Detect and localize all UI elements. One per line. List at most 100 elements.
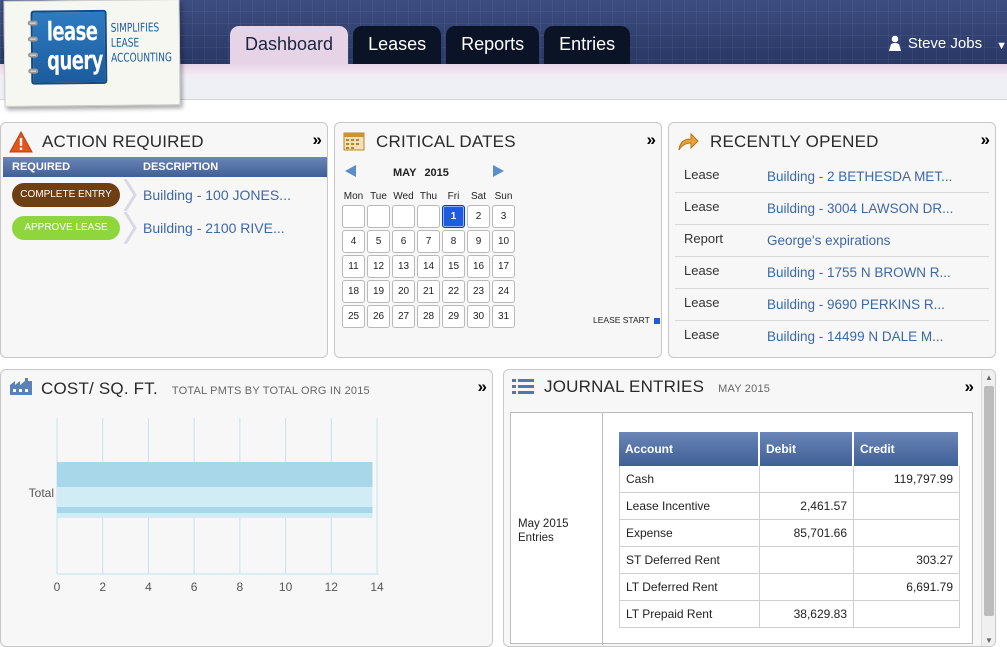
- calendar-day[interactable]: 3: [492, 205, 515, 228]
- main-nav-tabs: Dashboard Leases Reports Entries: [230, 26, 631, 64]
- cell-debit: [760, 547, 854, 574]
- calendar-day[interactable]: 26: [367, 305, 390, 328]
- logo-line-1: lease: [46, 16, 98, 48]
- item-link[interactable]: Building - 14499 N DALE M...: [767, 329, 943, 344]
- expand-button[interactable]: »: [965, 377, 975, 397]
- table-row: LT Deferred Rent 6,691.79: [619, 574, 960, 601]
- calendar-day[interactable]: 5: [367, 230, 390, 253]
- calendar-legend: LEASE START: [593, 315, 660, 325]
- calendar-day[interactable]: 24: [492, 280, 515, 303]
- calendar-day[interactable]: 29: [442, 305, 465, 328]
- calendar-day[interactable]: 21: [417, 280, 440, 303]
- action-description-link[interactable]: Building - 100 JONES...: [143, 187, 291, 203]
- x-tick-label: 14: [370, 580, 384, 594]
- previous-month-button[interactable]: [345, 165, 356, 177]
- list-item: Lease Building - 1755 N BROWN R...: [675, 257, 989, 289]
- logo[interactable]: lease query Simplifies Lease Accounting: [3, 0, 181, 107]
- table-row: Expense 85,701.66: [619, 520, 960, 547]
- complete-entry-button[interactable]: COMPLETE ENTRY: [12, 183, 120, 207]
- column-header-debit[interactable]: Debit: [760, 432, 854, 466]
- cell-account: Expense: [619, 520, 760, 547]
- calendar-day[interactable]: 11: [342, 255, 365, 278]
- calendar-day[interactable]: 19: [367, 280, 390, 303]
- calendar-grid: 1 2 3 4 5 6 7 8 9 10 11 12 13 14 15 16 17 18 19 20 21 22 23 24 2…: [341, 204, 516, 329]
- panel-header: RECENTLY OPENED »: [669, 123, 995, 157]
- scroll-down-icon[interactable]: ▼: [985, 636, 993, 645]
- chevron-right-icon: [123, 179, 137, 211]
- calendar-day[interactable]: 25: [342, 305, 365, 328]
- calendar-day-lease-start[interactable]: 1: [442, 205, 465, 228]
- calendar-day[interactable]: 15: [442, 255, 465, 278]
- item-link[interactable]: Building - 3004 LAWSON DR...: [767, 201, 953, 216]
- approve-lease-button[interactable]: APPROVE LEASE: [12, 216, 120, 240]
- item-link[interactable]: Building - 9690 PERKINS R...: [767, 297, 945, 312]
- table-row: LT Prepaid Rent 38,629.83: [619, 601, 960, 628]
- scroll-up-icon[interactable]: ▲: [985, 373, 993, 382]
- chevron-right-icon: [123, 212, 137, 244]
- calendar-day[interactable]: 28: [417, 305, 440, 328]
- column-header-account[interactable]: Account: [619, 432, 760, 466]
- logo-line-2: query: [46, 45, 103, 77]
- calendar-day[interactable]: 27: [392, 305, 415, 328]
- panel-title-text: JOURNAL ENTRIES: [544, 377, 705, 396]
- item-link[interactable]: George's expirations: [767, 233, 890, 248]
- item-link[interactable]: Building - 2 BETHESDA MET...: [767, 169, 952, 184]
- action-row: COMPLETE ENTRY Building - 100 JONES...: [3, 179, 327, 211]
- item-type: Lease: [684, 327, 720, 342]
- calendar-day[interactable]: 18: [342, 280, 365, 303]
- table-header: REQUIRED DESCRIPTION: [3, 157, 327, 177]
- calendar-day[interactable]: 8: [442, 230, 465, 253]
- calendar-day[interactable]: 13: [392, 255, 415, 278]
- chevron-down-icon[interactable]: ▼: [996, 40, 1007, 52]
- expand-button[interactable]: »: [478, 377, 488, 397]
- cell-account: Lease Incentive: [619, 493, 760, 520]
- cell-debit: 85,701.66: [760, 520, 854, 547]
- column-header-credit[interactable]: Credit: [854, 432, 960, 466]
- expand-button[interactable]: »: [647, 130, 657, 150]
- calendar-day[interactable]: 12: [367, 255, 390, 278]
- factory-icon: [10, 378, 32, 395]
- list-item: Report George's expirations: [675, 225, 989, 257]
- user-icon: [888, 35, 901, 51]
- expand-button[interactable]: »: [313, 130, 323, 150]
- vertical-scrollbar[interactable]: ▲ ▼: [981, 370, 995, 646]
- table-row: ST Deferred Rent 303.27: [619, 547, 960, 574]
- scrollbar-thumb[interactable]: [984, 386, 994, 616]
- panel-title-text: COST/ SQ. FT.: [41, 379, 158, 398]
- calendar-day[interactable]: 10: [492, 230, 515, 253]
- cell-credit: 119,797.99: [854, 466, 960, 493]
- cell-credit: [854, 520, 960, 547]
- journal-entries-panel: JOURNAL ENTRIES MAY 2015 » May 2015 Entri…: [503, 369, 996, 647]
- item-link[interactable]: Building - 1755 N BROWN R...: [767, 265, 951, 280]
- weekday-label: Wed: [393, 191, 414, 202]
- tab-dashboard[interactable]: Dashboard: [230, 26, 349, 64]
- calendar-day[interactable]: 22: [442, 280, 465, 303]
- weekday-label: Tue: [370, 191, 387, 202]
- calendar-day[interactable]: 23: [467, 280, 490, 303]
- calendar-day[interactable]: 16: [467, 255, 490, 278]
- panel-title: ACTION REQUIRED: [42, 132, 204, 151]
- calendar-day[interactable]: 6: [392, 230, 415, 253]
- tab-reports[interactable]: Reports: [446, 26, 540, 64]
- list-item: Lease Building - 2 BETHESDA MET...: [675, 161, 989, 193]
- calendar-day[interactable]: 31: [492, 305, 515, 328]
- logo-wordmark: lease query: [46, 16, 103, 77]
- next-month-button[interactable]: [493, 165, 504, 177]
- user-menu[interactable]: Steve Jobs ▼: [888, 34, 1007, 52]
- journal-table-body: Cash 119,797.99 Lease Incentive 2,461.57 Exp…: [619, 466, 960, 628]
- calendar-day[interactable]: 9: [467, 230, 490, 253]
- calendar-day[interactable]: 30: [467, 305, 490, 328]
- calendar-day[interactable]: 4: [342, 230, 365, 253]
- calendar-day[interactable]: 2: [467, 205, 490, 228]
- tab-leases[interactable]: Leases: [353, 26, 442, 64]
- expand-button[interactable]: »: [981, 130, 991, 150]
- tab-entries[interactable]: Entries: [544, 26, 631, 64]
- action-description-link[interactable]: Building - 2100 RIVE...: [143, 220, 285, 236]
- calendar-empty-cell: [417, 205, 440, 228]
- calendar-day[interactable]: 7: [417, 230, 440, 253]
- calendar-day[interactable]: 20: [392, 280, 415, 303]
- calendar-day[interactable]: 17: [492, 255, 515, 278]
- panel-subtitle: TOTAL PMTS BY TOTAL ORG IN 2015: [171, 385, 370, 397]
- user-name: Steve Jobs: [907, 34, 983, 52]
- calendar-day[interactable]: 14: [417, 255, 440, 278]
